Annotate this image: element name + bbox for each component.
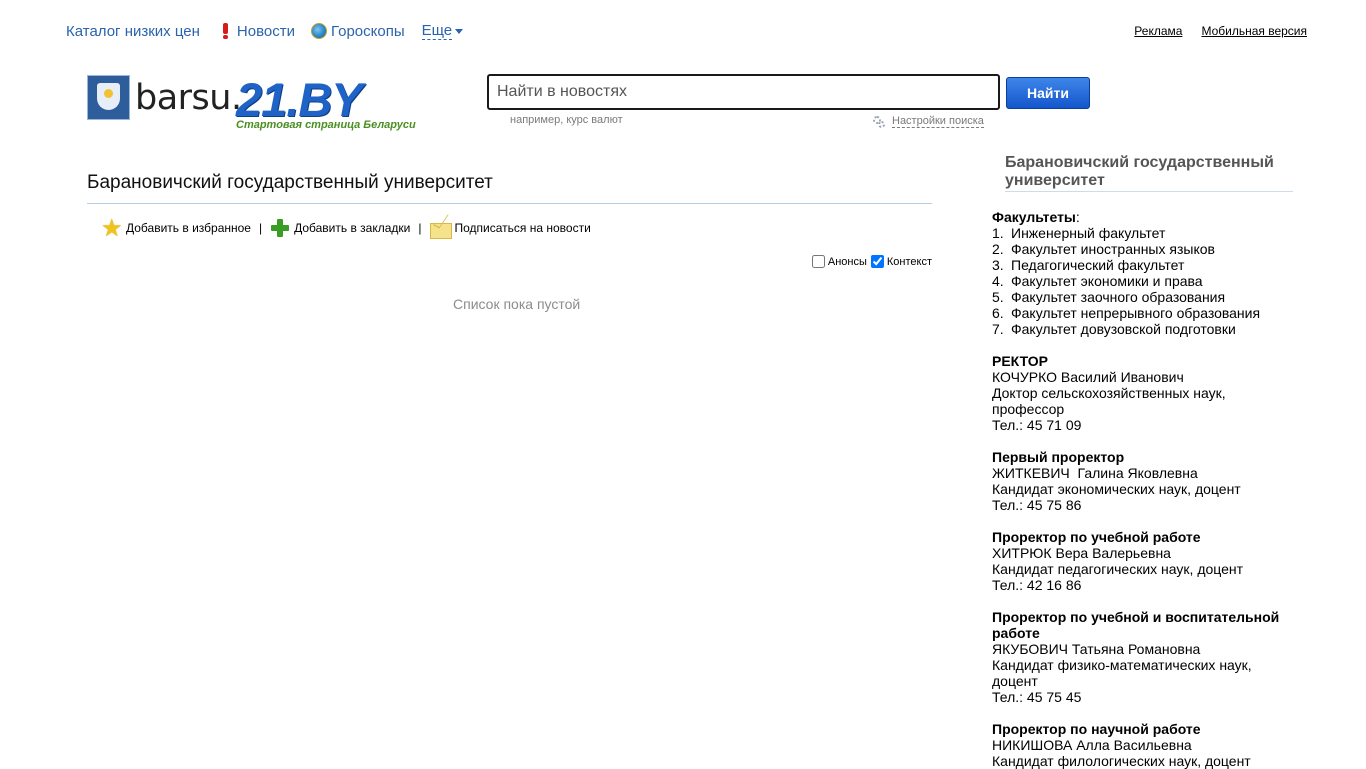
list-number: 5. [992, 289, 1004, 305]
list-item: 7. Факультет довузовской подготовки [992, 321, 1292, 337]
person-name: ЖИТКЕВИЧ Галина Яковлевна [992, 465, 1198, 481]
add-bookmarks-link[interactable]: Добавить в закладки [270, 218, 410, 238]
faculty-name: Факультет заочного образования [1011, 289, 1226, 305]
nav-more-label: Еще [421, 22, 453, 40]
context-label: Контекст [886, 255, 932, 268]
search-input[interactable] [487, 74, 1000, 110]
faculty-name: Инженерный факультет [1011, 225, 1166, 241]
top-nav: Каталог низких цен Новости Гороскопы Еще [66, 21, 464, 41]
plus-icon [270, 218, 290, 238]
faculties-list: 1. Инженерный факультет 2. Факультет иност… [992, 225, 1292, 337]
star-icon [101, 214, 123, 243]
top-right-links: Реклама Мобильная версия [1115, 24, 1307, 38]
person-vice-rector-academic: Проректор по учебной работе ХИТРЮК Вера … [992, 529, 1292, 593]
separator: | [258, 221, 263, 235]
faculty-name: Факультет экономики и права [1011, 273, 1203, 289]
person-degree: Кандидат филологических наук, доцент [992, 753, 1251, 769]
page-title: Барановичский государственный университе… [87, 172, 932, 204]
person-role: Проректор по научной работе [992, 721, 1201, 737]
person-phone: Тел.: 45 75 86 [992, 497, 1082, 513]
person-name: НИКИШОВА Алла Васильевна [992, 737, 1192, 753]
empty-list-message: Список пока пустой [453, 296, 581, 312]
nav-horoscopes-link[interactable]: Гороскопы [310, 22, 405, 40]
nav-horoscopes-label: Гороскопы [330, 22, 405, 40]
ads-link[interactable]: Реклама [1134, 24, 1182, 38]
context-checkbox[interactable] [870, 255, 884, 268]
list-item: 6. Факультет непрерывного образования [992, 305, 1292, 321]
list-item: 1. Инженерный факультет [992, 225, 1292, 241]
faculty-name: Педагогический факультет [1011, 257, 1185, 273]
faculties-label: Факультеты [992, 209, 1076, 225]
nav-news-label: Новости [236, 22, 295, 40]
barsu-logo-text[interactable]: barsu. [135, 78, 242, 118]
person-degree: Кандидат педагогических наук, доцент [992, 561, 1244, 577]
mobile-version-link[interactable]: Мобильная версия [1201, 24, 1307, 38]
add-favorites-link[interactable]: Добавить в избранное [101, 214, 251, 243]
list-item: 4. Факультет экономики и права [992, 273, 1292, 289]
person-name: ХИТРЮК Вера Валерьевна [992, 545, 1171, 561]
faculties-heading: Факультеты: [992, 209, 1080, 225]
context-filter[interactable]: Контекст [870, 255, 932, 268]
nav-news-link[interactable]: Новости [219, 22, 295, 40]
subscribe-news-link[interactable]: Подписаться на новости [429, 217, 591, 239]
list-number: 6. [992, 305, 1004, 321]
list-number: 2. [992, 241, 1004, 257]
search-settings: Настройки поиска [872, 114, 984, 128]
person-role: Проректор по учебной и воспитательной ра… [992, 609, 1280, 641]
subscribe-news-label: Подписаться на новости [454, 221, 591, 235]
person-name: ЯКУБОВИЧ Татьяна Романовна [992, 641, 1201, 657]
globe-icon [310, 23, 327, 39]
sidebar-info: Факультеты: 1. Инженерный факультет 2. Фак… [992, 209, 1292, 769]
list-number: 1. [992, 225, 1004, 241]
add-favorites-label: Добавить в избранное [126, 221, 251, 235]
person-role: Первый проректор [992, 449, 1125, 465]
list-item: 3. Педагогический факультет [992, 257, 1292, 273]
nav-catalog-link[interactable]: Каталог низких цен [66, 23, 200, 40]
faculty-name: Факультет иностранных языков [1011, 241, 1215, 257]
person-degree: Кандидат экономических наук, доцент [992, 481, 1241, 497]
site-slogan: Стартовая страница Беларуси [236, 119, 416, 131]
separator: | [418, 221, 422, 235]
faculty-name: Факультет непрерывного образования [1011, 305, 1261, 321]
caret-down-icon [455, 28, 464, 34]
person-role: Проректор по учебной работе [992, 529, 1201, 545]
search-settings-link[interactable]: Настройки поиска [892, 115, 984, 128]
university-crest-logo[interactable] [87, 75, 130, 120]
announcements-checkbox[interactable] [811, 255, 825, 268]
nav-catalog-label: Каталог низких цен [66, 22, 200, 40]
sidebar-title: Барановичский государственный университе… [1005, 154, 1293, 192]
action-bar: Добавить в избранное | Добавить в заклад… [101, 214, 591, 243]
gears-icon [872, 114, 886, 128]
exclamation-icon [219, 22, 233, 40]
faculty-name: Факультет довузовской подготовки [1011, 321, 1236, 337]
add-bookmarks-label: Добавить в закладки [294, 221, 411, 235]
person-role: РЕКТОР [992, 353, 1048, 369]
list-number: 4. [992, 273, 1004, 289]
news-filters: Анонсы Контекст [808, 255, 932, 268]
nav-more-dropdown[interactable]: Еще [421, 22, 464, 40]
search-button[interactable]: Найти [1006, 77, 1090, 109]
list-item: 2. Факультет иностранных языков [992, 241, 1292, 257]
list-number: 7. [992, 321, 1004, 337]
person-phone: Тел.: 42 16 86 [992, 577, 1082, 593]
search-hint: например, курс валют [510, 114, 623, 126]
person-name: КОЧУРКО Василий Иванович [992, 369, 1184, 385]
list-number: 3. [992, 257, 1004, 273]
announcements-label: Анонсы [827, 255, 867, 268]
announcements-filter[interactable]: Анонсы [811, 255, 867, 268]
envelope-icon [429, 223, 452, 239]
person-phone: Тел.: 45 71 09 [992, 417, 1082, 433]
person-degree: Кандидат физико-математических наук, доц… [992, 657, 1252, 689]
person-vice-rector-research: Проректор по научной работе НИКИШОВА Алл… [992, 721, 1292, 769]
person-phone: Тел.: 45 75 45 [992, 689, 1082, 705]
person-vice-rector-education: Проректор по учебной и воспитательной ра… [992, 609, 1292, 705]
person-first-vice-rector: Первый проректор ЖИТКЕВИЧ Галина Яковлев… [992, 449, 1292, 513]
list-item: 5. Факультет заочного образования [992, 289, 1292, 305]
person-degree: Доктор сельскохозяйственных наук, профес… [992, 385, 1226, 417]
person-rector: РЕКТОР КОЧУРКО Василий Иванович Доктор с… [992, 353, 1292, 433]
